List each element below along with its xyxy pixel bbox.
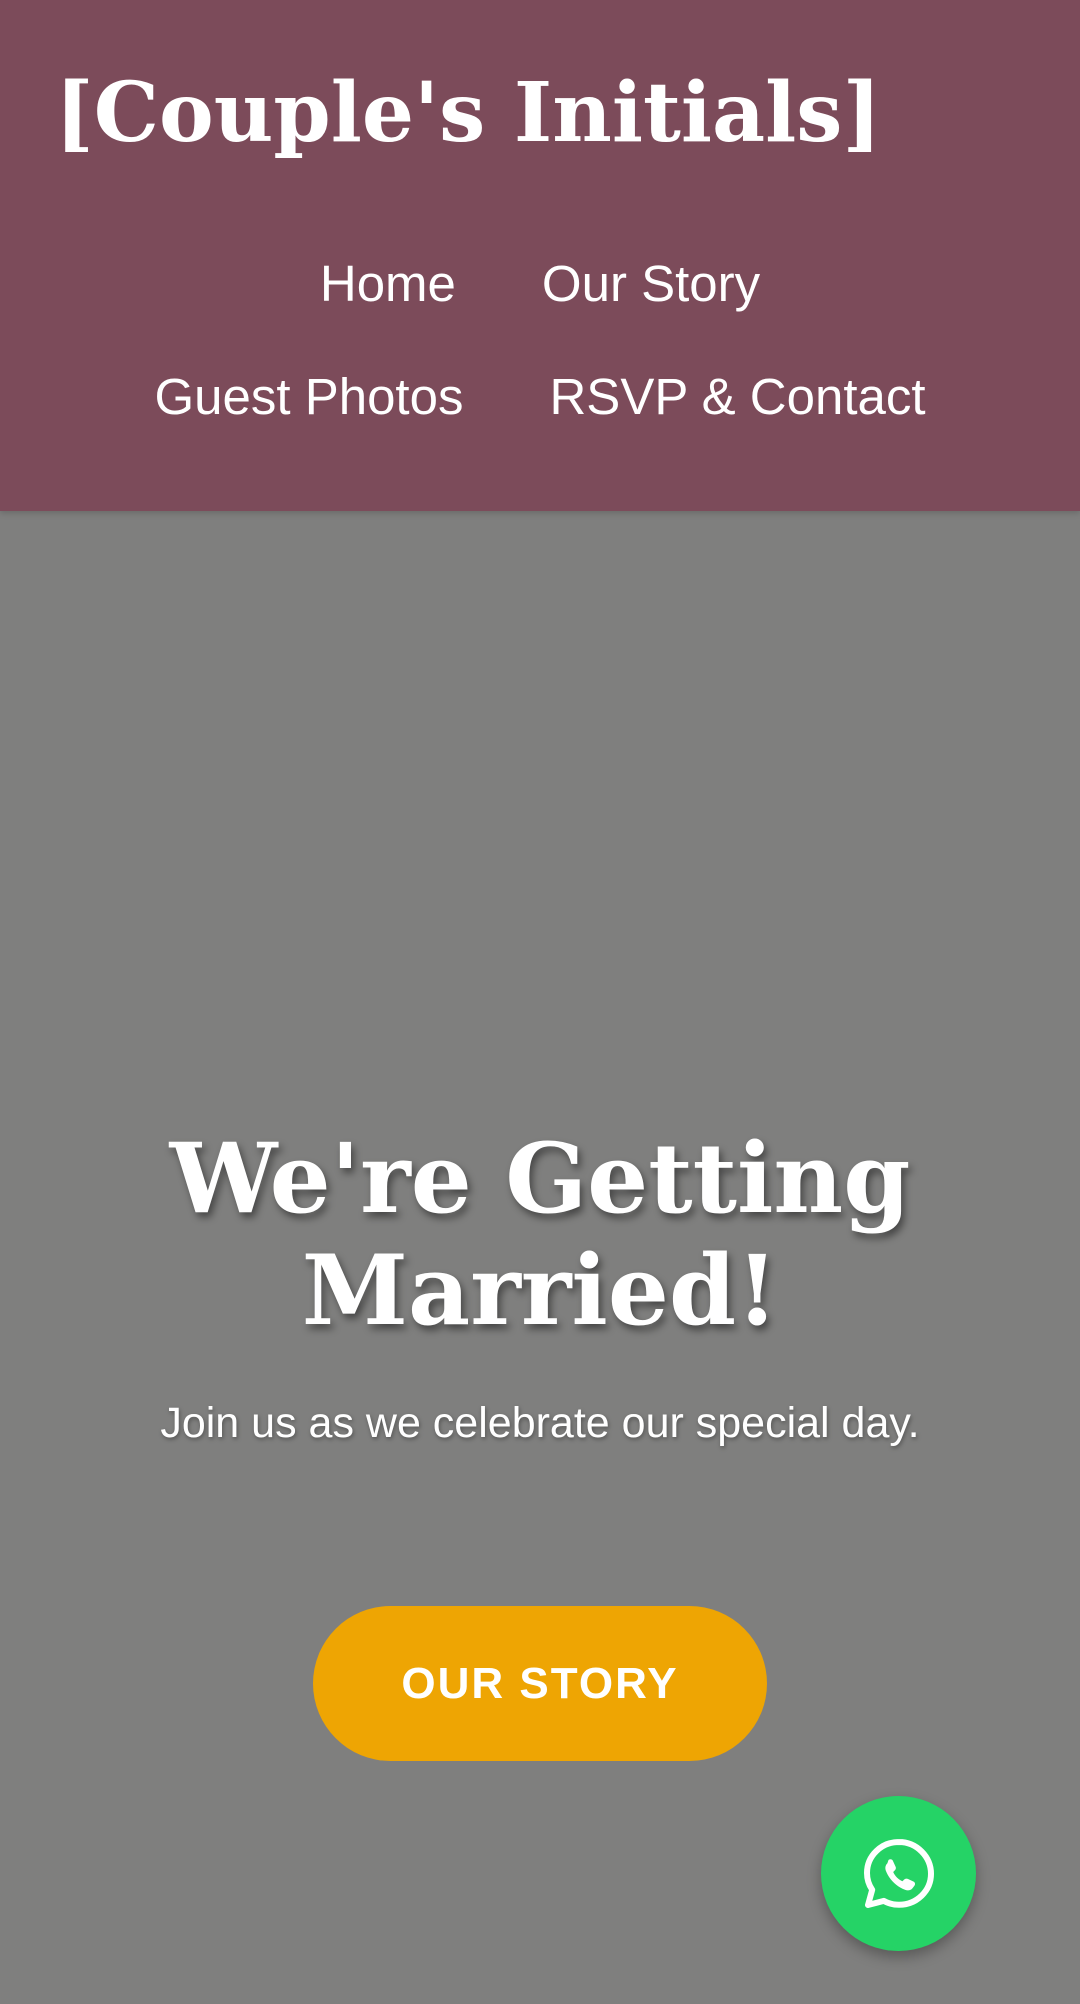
nav-link-our-story[interactable]: Our Story	[542, 254, 760, 314]
nav-row: Home Our Story	[0, 254, 1080, 314]
nav-row: Guest Photos RSVP & Contact	[0, 367, 1080, 427]
whatsapp-icon	[861, 1836, 937, 1912]
site-title[interactable]: [Couple's Initials]	[55, 58, 881, 168]
hero-section: We're Getting Married! Join us as we cel…	[0, 511, 1080, 2004]
site-header: [Couple's Initials] Home Our Story Guest…	[0, 0, 1080, 511]
our-story-button[interactable]: OUR STORY	[313, 1606, 767, 1761]
hero-subtitle: Join us as we celebrate our special day.	[160, 1399, 920, 1447]
nav-link-home[interactable]: Home	[320, 254, 456, 314]
nav-link-guest-photos[interactable]: Guest Photos	[154, 367, 463, 427]
nav-link-rsvp-contact[interactable]: RSVP & Contact	[549, 367, 925, 427]
hero-title: We're Getting Married!	[169, 1122, 911, 1347]
whatsapp-button[interactable]	[821, 1796, 976, 1951]
